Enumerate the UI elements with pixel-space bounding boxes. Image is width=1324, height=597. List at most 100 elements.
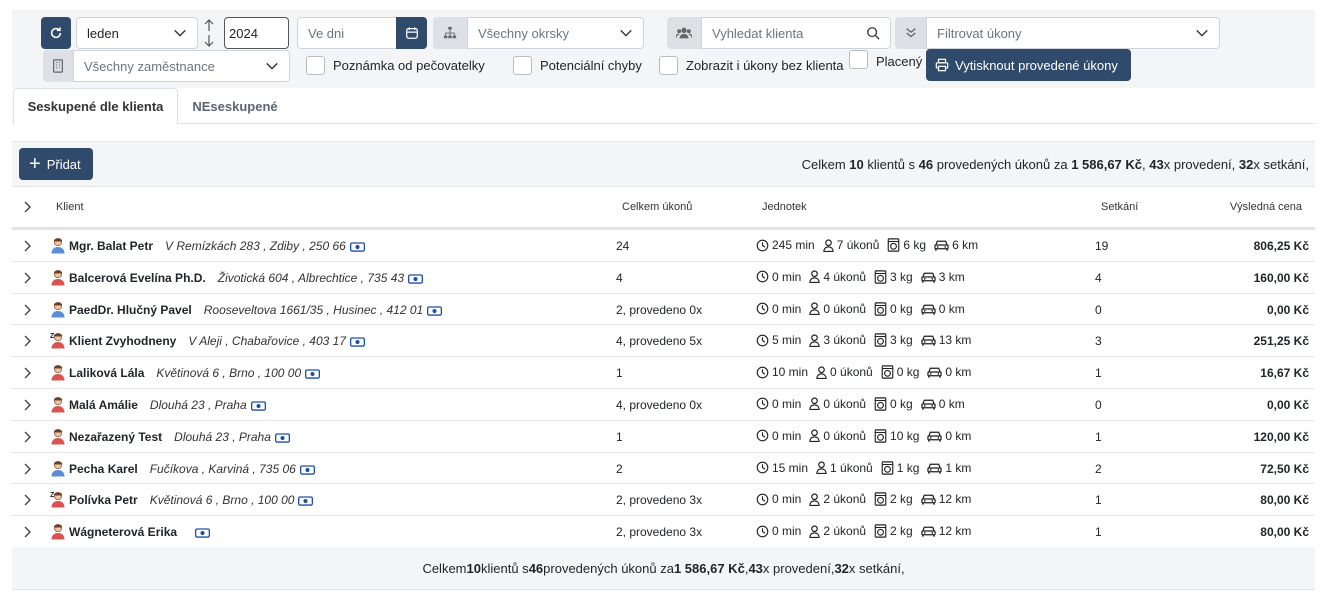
- units-cell: 0 min 2 úkonů 2 kg 12 km: [756, 492, 979, 506]
- distance-value: 12 km: [938, 492, 972, 507]
- car-icon: [921, 272, 936, 283]
- table-row[interactable]: Nezařazený Test Dlouhá 23 , Praha 1 0 min 0 …: [12, 421, 1315, 453]
- client-address: Rooseveltova 1661/35 , Husinec , 412 01: [203, 302, 424, 317]
- expand-row-icon[interactable]: [23, 431, 33, 443]
- expand-row-icon[interactable]: [23, 240, 33, 252]
- washer-icon: [874, 301, 887, 316]
- address-card-icon[interactable]: [408, 274, 424, 284]
- client-name[interactable]: Mgr. Balat Petr: [69, 239, 153, 253]
- tasks-without-client-checkbox[interactable]: Zobrazit i úkony bez klienta: [659, 56, 844, 75]
- address-card-icon[interactable]: [195, 528, 211, 538]
- tasks-filter-select[interactable]: Filtrovat úkony: [926, 17, 1220, 49]
- table-row[interactable]: Laliková Lála Květinová 6 , Brno , 100 00…: [12, 357, 1315, 389]
- print-tasks-button[interactable]: Vytisknout provedené úkony: [926, 49, 1131, 81]
- washer-icon: [874, 270, 887, 284]
- address-card-icon[interactable]: [305, 369, 321, 379]
- minutes-value: 0 min: [772, 396, 802, 411]
- chevron-down-icon: [1196, 29, 1208, 37]
- expand-row-icon[interactable]: [23, 526, 33, 538]
- chevron-down-icon: [266, 62, 278, 70]
- address-card-icon[interactable]: [349, 242, 365, 252]
- total-tasks: 2, provedeno 0x: [616, 302, 703, 317]
- client-name[interactable]: Wágneterová Erika: [69, 525, 177, 539]
- client-name[interactable]: Polívka Petr: [69, 493, 138, 507]
- table-row[interactable]: Malá Amálie Dlouhá 23 , Praha 4, provedeno…: [12, 389, 1315, 421]
- table-row[interactable]: Mgr. Balat Petr V Remízkách 283 , Zdiby ,…: [12, 230, 1315, 262]
- expand-row-icon[interactable]: [23, 463, 33, 475]
- expand-all-icon[interactable]: [23, 201, 33, 213]
- client-name[interactable]: Laliková Lála: [69, 366, 144, 380]
- client-name[interactable]: Balcerová Evelína Ph.D.: [69, 271, 206, 285]
- clock-icon: [756, 270, 769, 283]
- col-total[interactable]: Celkem úkonů: [622, 201, 692, 213]
- expand-row-icon[interactable]: [23, 367, 33, 379]
- expand-row-icon[interactable]: [23, 399, 33, 411]
- units-cell: 0 min 0 úkonů 10 kg 0 km: [756, 429, 979, 443]
- address-card-icon[interactable]: [427, 305, 443, 316]
- paid-checkbox[interactable]: Placený: [849, 50, 922, 69]
- address-card-icon[interactable]: [298, 496, 314, 507]
- client-name[interactable]: PaedDr. Hlučný Pavel: [69, 303, 192, 317]
- year-input[interactable]: 2024: [224, 17, 289, 49]
- printer-icon: [935, 58, 949, 72]
- distance-value: 13 km: [938, 333, 972, 348]
- clock-icon: [756, 366, 769, 379]
- address-card-icon[interactable]: [250, 401, 266, 411]
- weight-value: 0 kg: [890, 301, 913, 316]
- client-name[interactable]: Nezařazený Test: [69, 430, 162, 444]
- checkbox-box[interactable]: [849, 50, 868, 69]
- col-client[interactable]: Klient: [56, 201, 84, 213]
- table-row[interactable]: Pecha Karel Fučíkova , Karviná , 735 06 2 1…: [12, 453, 1315, 485]
- table-row[interactable]: Balcerová Evelína Ph.D. Životická 604 , A…: [12, 262, 1315, 294]
- search-icon[interactable]: [866, 26, 880, 40]
- final-price: 72,50 Kč: [1260, 461, 1309, 476]
- meetings-count: 3: [1095, 334, 1102, 349]
- distance-value: 0 km: [945, 428, 972, 443]
- col-meetings[interactable]: Setkání: [1101, 201, 1138, 213]
- minutes-value: 5 min: [772, 333, 802, 348]
- table-row[interactable]: PaedDr. Hlučný Pavel Rooseveltova 1661/35…: [12, 294, 1315, 326]
- tasks-value: 0 úkonů: [830, 365, 873, 380]
- checkbox-box[interactable]: [513, 56, 532, 75]
- total-tasks: 24: [616, 239, 630, 253]
- col-units[interactable]: Jednotek: [762, 201, 807, 213]
- sort-arrows-icon[interactable]: [202, 17, 216, 49]
- calendar-button[interactable]: [396, 17, 427, 49]
- client-cell: Malá Amálie Dlouhá 23 , Praha: [69, 398, 266, 412]
- table-row[interactable]: Z Polívka Petr Květinová 6 , Brno , 100 00…: [12, 484, 1315, 517]
- potential-errors-checkbox[interactable]: Potenciální chyby: [513, 56, 642, 75]
- address-card-icon[interactable]: [350, 337, 365, 348]
- weight-value: 2 kg: [890, 524, 913, 539]
- expand-row-icon[interactable]: [23, 494, 33, 506]
- districts-select[interactable]: Všechny okrsky: [467, 17, 644, 49]
- client-address: Květinová 6 , Brno , 100 00: [149, 493, 295, 508]
- table-row[interactable]: Z Klient Zvyhodneny V Aleji , Chabařovice …: [12, 325, 1315, 358]
- male-client-avatar-icon: [51, 301, 65, 318]
- client-name[interactable]: Klient Zvyhodneny: [69, 334, 176, 348]
- table-row[interactable]: Wágneterová Erika 2, provedeno 3x 0 min 2 ú…: [12, 516, 1315, 548]
- address-card-icon[interactable]: [274, 433, 290, 443]
- address-card-icon[interactable]: [299, 464, 315, 475]
- client-search-input[interactable]: Vyhledat klienta: [701, 17, 891, 49]
- female-client-avatar-icon: [51, 269, 65, 286]
- svg-text:Z: Z: [50, 333, 55, 340]
- client-name[interactable]: Pecha Karel: [69, 462, 138, 476]
- tab-grouped-by-client[interactable]: Seskupené dle klienta: [13, 88, 178, 125]
- caregiver-note-checkbox[interactable]: Poznámka od pečovatelky: [306, 56, 485, 75]
- checkbox-box[interactable]: [659, 56, 678, 75]
- checkbox-box[interactable]: [306, 56, 325, 75]
- districts-value: Všechny okrsky: [478, 25, 570, 41]
- expand-row-icon[interactable]: [23, 304, 33, 316]
- refresh-button[interactable]: [41, 17, 71, 49]
- month-select[interactable]: leden: [76, 17, 198, 49]
- summary-text: Celkem 10 klientů s 46 provedených úkonů…: [801, 157, 1309, 172]
- client-name[interactable]: Malá Amálie: [69, 398, 138, 412]
- days-input[interactable]: Ve dni: [297, 17, 397, 49]
- employees-select[interactable]: Všechny zaměstnance: [73, 50, 290, 82]
- col-price[interactable]: Výsledná cena: [1230, 201, 1302, 213]
- expand-row-icon[interactable]: [23, 335, 33, 347]
- tab-label: NEseskupené: [192, 98, 278, 114]
- tab-ungrouped[interactable]: NEseskupené: [178, 88, 292, 124]
- expand-row-icon[interactable]: [23, 272, 33, 284]
- add-button[interactable]: + Přidat: [19, 148, 93, 180]
